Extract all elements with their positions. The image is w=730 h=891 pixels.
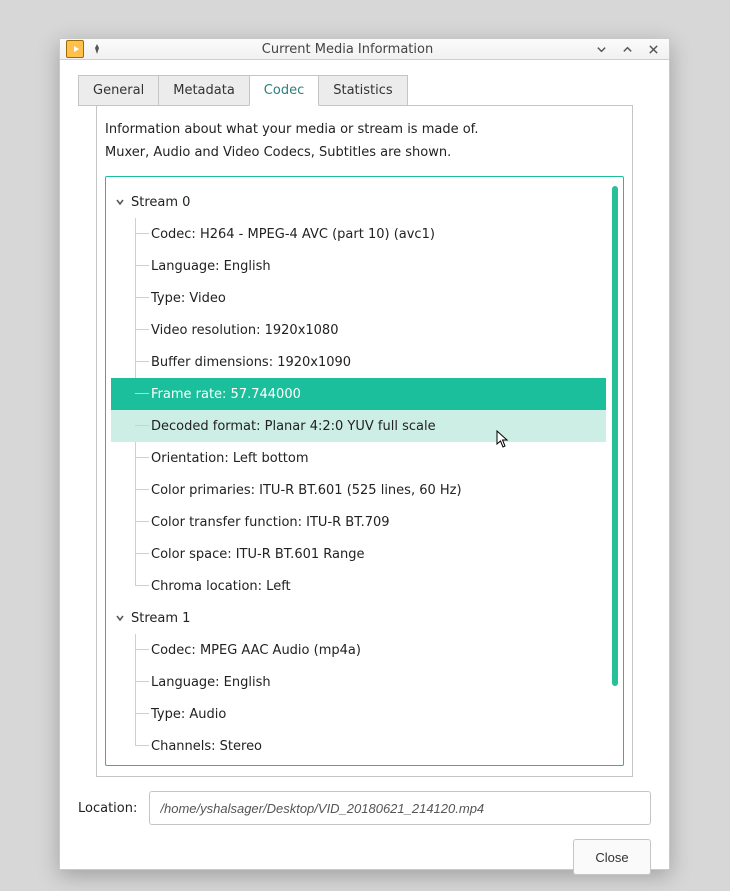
tab-statistics[interactable]: Statistics — [318, 75, 407, 106]
location-label: Location: — [78, 801, 137, 816]
stream-property-text: Orientation: Left bottom — [151, 451, 309, 466]
media-info-window: Current Media Information General Metada… — [59, 38, 670, 870]
stream-header[interactable]: Stream 0 — [111, 186, 606, 218]
stream-property[interactable]: Video resolution: 1920x1080 — [111, 314, 606, 346]
stream-property-text: Language: English — [151, 675, 271, 690]
stream-property-text: Decoded format: Planar 4:2:0 YUV full sc… — [151, 419, 436, 434]
stream-children: Codec: H264 - MPEG-4 AVC (part 10) (avc1… — [111, 218, 606, 602]
stream-property[interactable]: Buffer dimensions: 1920x1090 — [111, 346, 606, 378]
stream-property-text: Frame rate: 57.744000 — [151, 387, 301, 402]
tabs-wrap: General Metadata Codec Statistics Inform… — [60, 60, 669, 777]
location-input[interactable] — [149, 791, 651, 825]
stream-header[interactable]: Stream 1 — [111, 602, 606, 634]
tree-scrollbar[interactable] — [612, 186, 618, 686]
button-row: Close — [78, 839, 651, 875]
stream-property[interactable]: Orientation: Left bottom — [111, 442, 606, 474]
tab-metadata[interactable]: Metadata — [158, 75, 250, 106]
chevron-down-icon[interactable] — [113, 611, 127, 625]
stream-property-text: Color primaries: ITU-R BT.601 (525 lines… — [151, 483, 462, 498]
stream-property-text: Channels: Stereo — [151, 739, 262, 754]
stream-property[interactable]: Chroma location: Left — [111, 570, 606, 602]
stream-property-text: Codec: H264 - MPEG-4 AVC (part 10) (avc1… — [151, 227, 435, 242]
stream-property[interactable]: Language: English — [111, 666, 606, 698]
window-controls — [591, 39, 663, 59]
stream-property[interactable]: Codec: H264 - MPEG-4 AVC (part 10) (avc1… — [111, 218, 606, 250]
tab-bar: General Metadata Codec Statistics — [78, 74, 651, 105]
stream-property[interactable]: Type: Audio — [111, 698, 606, 730]
codec-panel: Information about what your media or str… — [96, 105, 633, 777]
stream-property[interactable]: Decoded format: Planar 4:2:0 YUV full sc… — [111, 410, 606, 442]
stream-property-text: Language: English — [151, 259, 271, 274]
pin-icon[interactable] — [90, 42, 104, 56]
stream-property[interactable]: Codec: MPEG AAC Audio (mp4a) — [111, 634, 606, 666]
stream-children: Codec: MPEG AAC Audio (mp4a) Language: En… — [111, 634, 606, 762]
chevron-down-icon[interactable] — [113, 195, 127, 209]
close-button[interactable] — [643, 39, 663, 59]
tab-codec[interactable]: Codec — [249, 75, 319, 106]
description-line1: Information about what your media or str… — [105, 122, 624, 137]
stream-label: Stream 1 — [131, 611, 190, 626]
stream-property-text: Buffer dimensions: 1920x1090 — [151, 355, 351, 370]
stream-property-text: Type: Audio — [151, 707, 226, 722]
description-line2: Muxer, Audio and Video Codecs, Subtitles… — [105, 145, 624, 160]
window-title: Current Media Information — [104, 42, 591, 57]
stream-property[interactable]: Color transfer function: ITU-R BT.709 — [111, 506, 606, 538]
stream-property-text: Codec: MPEG AAC Audio (mp4a) — [151, 643, 361, 658]
stream-property-text: Color space: ITU-R BT.601 Range — [151, 547, 364, 562]
stream-property-text: Color transfer function: ITU-R BT.709 — [151, 515, 390, 530]
minimize-button[interactable] — [591, 39, 611, 59]
location-row: Location: — [78, 791, 651, 825]
stream-property-text: Video resolution: 1920x1080 — [151, 323, 338, 338]
stream-property[interactable]: Color primaries: ITU-R BT.601 (525 lines… — [111, 474, 606, 506]
stream-property[interactable]: Color space: ITU-R BT.601 Range — [111, 538, 606, 570]
stream-property-text: Type: Video — [151, 291, 226, 306]
stream-tree[interactable]: Stream 0 Codec: H264 - MPEG-4 AVC (part 1… — [108, 179, 621, 763]
titlebar: Current Media Information — [60, 39, 669, 60]
stream-property[interactable]: Type: Video — [111, 282, 606, 314]
maximize-button[interactable] — [617, 39, 637, 59]
close-button-footer[interactable]: Close — [573, 839, 651, 875]
footer: Location: Close — [60, 777, 669, 891]
stream-property-text: Chroma location: Left — [151, 579, 291, 594]
stream-property[interactable]: Frame rate: 57.744000 — [111, 378, 606, 410]
tab-general[interactable]: General — [78, 75, 159, 106]
stream-label: Stream 0 — [131, 195, 190, 210]
vlc-icon — [66, 40, 84, 58]
stream-property[interactable]: Language: English — [111, 250, 606, 282]
stream-property[interactable]: Channels: Stereo — [111, 730, 606, 762]
stream-tree-frame: Stream 0 Codec: H264 - MPEG-4 AVC (part 1… — [105, 176, 624, 766]
